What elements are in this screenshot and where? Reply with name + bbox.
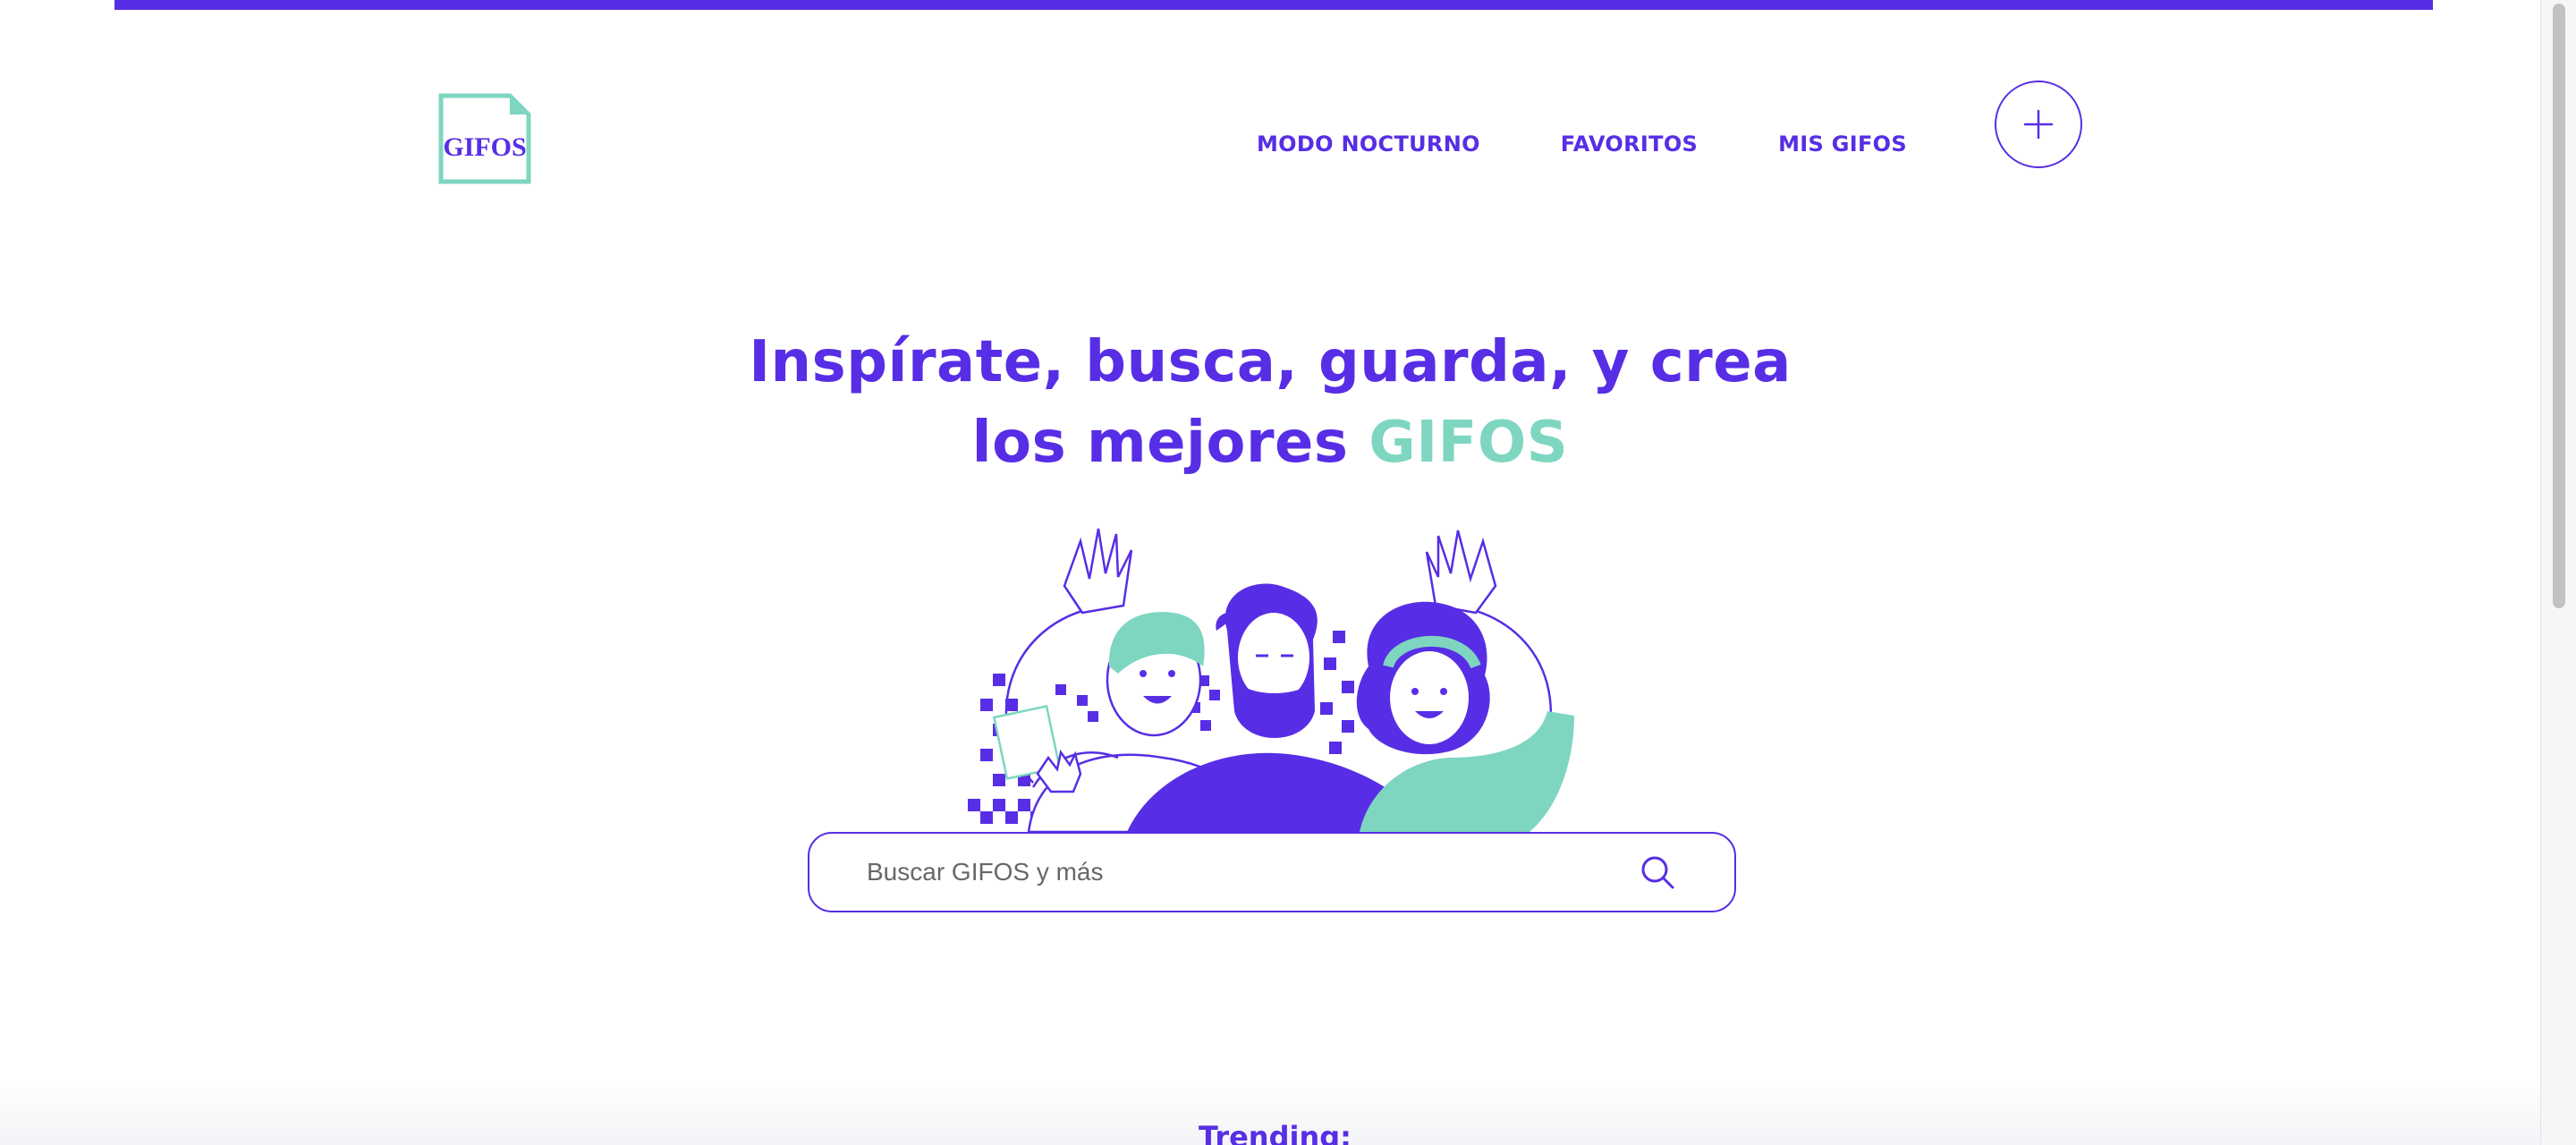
page: GIFOS MODO NOCTURNO FAVORITOS MIS GIFOS … [0, 0, 2576, 1145]
nav-night-mode[interactable]: MODO NOCTURNO [1257, 131, 1480, 157]
plus-icon [2023, 109, 2054, 140]
logo-icon: GIFOS [438, 93, 531, 184]
search-button[interactable] [1638, 852, 1677, 892]
hero-illustration [948, 523, 1610, 832]
gifos-logo[interactable]: GIFOS [438, 93, 531, 184]
search-bar [808, 832, 1736, 912]
scrollbar-thumb[interactable] [2553, 4, 2565, 608]
vertical-scrollbar[interactable] [2540, 0, 2576, 1145]
nav-my-gifos[interactable]: MIS GIFOS [1778, 131, 1907, 157]
hero-title-accent: GIFOS [1368, 410, 1569, 476]
top-accent-bar [114, 0, 2433, 10]
search-icon [1641, 856, 1674, 889]
hero-title-line2: los mejores [971, 410, 1349, 476]
logo-text: GIFOS [443, 132, 526, 162]
people-waving-illustration [968, 528, 1574, 832]
hero-title: Inspírate, busca, guarda, y crea los mej… [644, 322, 1896, 483]
hero-title-line1: Inspírate, busca, guarda, y crea [749, 329, 1792, 395]
search-input[interactable] [867, 845, 1638, 899]
nav-favorites[interactable]: FAVORITOS [1561, 131, 1698, 157]
main-nav: MODO NOCTURNO FAVORITOS MIS GIFOS [1257, 131, 1907, 157]
trending-label: Trending: [1199, 1120, 1352, 1145]
create-gifo-button[interactable] [1995, 81, 2082, 168]
